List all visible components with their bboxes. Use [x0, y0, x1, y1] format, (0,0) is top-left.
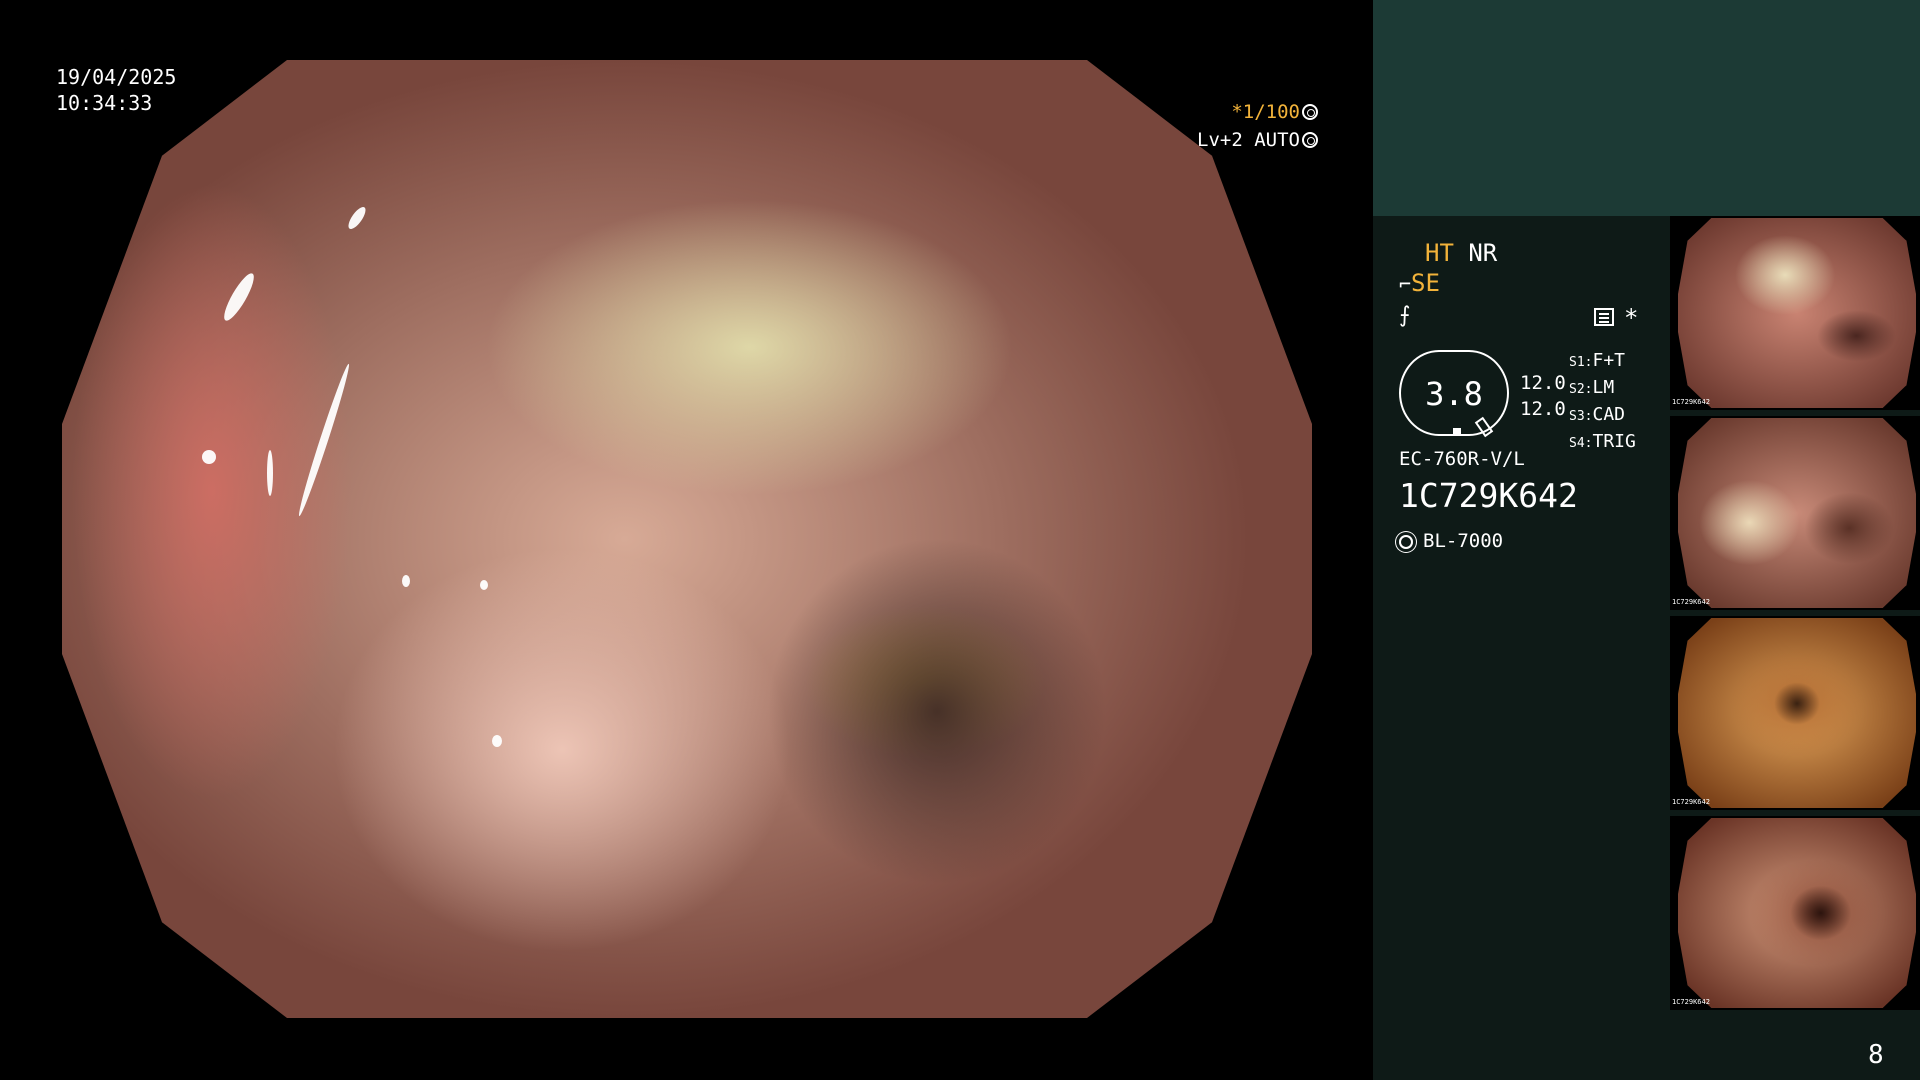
specular-highlight [402, 575, 410, 587]
light-source: BL-7000 [1399, 530, 1503, 552]
shutter-speed: *1/100 [1231, 101, 1300, 123]
specular-highlight [345, 204, 369, 232]
setting-s4: S4:TRIG [1569, 431, 1636, 452]
thumbnail-image [1678, 818, 1916, 1008]
specular-highlight [492, 735, 502, 747]
auto-exposure-icon [1302, 132, 1318, 148]
specular-highlight [480, 580, 488, 590]
thumbnail-serial: 1C729K642 [1672, 998, 1710, 1006]
processor-settings: HT NR ⌐SE ⨍ * 3.8 12.0 12.0 S1:F+T S2:LM… [1399, 238, 1699, 552]
thumbnail-serial: 1C729K642 [1672, 598, 1710, 606]
thumbnail-serial: 1C729K642 [1672, 798, 1710, 806]
zoom-pen-icon [1474, 416, 1494, 438]
freeze-star-icon: * [1624, 304, 1639, 332]
thumbnail-3[interactable]: 1C729K642 [1670, 616, 1920, 810]
color-bar-icon [1594, 308, 1614, 326]
specular-highlight [267, 450, 273, 496]
level-2: 12.0 [1520, 398, 1566, 420]
scope-serial: 1C729K642 [1399, 476, 1578, 515]
info-panel-header [1373, 0, 1920, 216]
levels: 12.0 12.0 [1520, 370, 1566, 422]
thumbnail-image [1678, 218, 1916, 408]
mode-ht: HT [1425, 239, 1454, 267]
specular-highlight [219, 270, 259, 324]
time-label: 10:34:33 [56, 91, 153, 115]
endoscopic-image [62, 60, 1312, 1018]
light-source-label: BL-7000 [1423, 530, 1504, 552]
structure-enhance-icon: ⌐ [1399, 272, 1412, 296]
setting-s1: S1:F+T [1569, 350, 1625, 371]
mode-se: SE [1411, 269, 1440, 297]
date-time-overlay: 19/04/2025 10:34:33 [56, 64, 176, 116]
zoom-badge: 3.8 [1399, 350, 1509, 438]
zoom-indicator-icon [1453, 428, 1461, 434]
level-1: 12.0 [1520, 372, 1566, 394]
thumbnail-1[interactable]: 1C729K642 [1670, 216, 1920, 410]
scope-switch-settings: S1:F+T S2:LM S3:CAD S4:TRIG [1569, 348, 1636, 456]
thumbnail-2[interactable]: 1C729K642 [1670, 416, 1920, 610]
contrast-icon: ⨍ [1399, 303, 1411, 328]
date-label: 19/04/2025 [56, 65, 177, 89]
exposure-status: *1/100 Lv+2 AUTO [1188, 98, 1318, 154]
thumbnail-image [1678, 618, 1916, 808]
specular-highlight [295, 362, 353, 518]
zoom-value: 3.8 [1425, 375, 1483, 413]
specular-highlight [202, 450, 216, 464]
exposure-level: Lv+2 AUTO [1197, 129, 1300, 151]
mode-nr: NR [1468, 239, 1498, 267]
endoscope-view: 19/04/2025 10:34:33 *1/100 Lv+2 AUTO [0, 0, 1373, 1080]
thumbnail-image [1678, 418, 1916, 608]
shutter-icon [1302, 104, 1318, 120]
page-number: 8 [1868, 1040, 1884, 1070]
scope-model: EC-760R-V/L [1399, 448, 1525, 470]
light-source-icon [1399, 535, 1413, 549]
setting-s3: S3:CAD [1569, 404, 1625, 425]
thumbnail-4[interactable]: 1C729K642 [1670, 816, 1920, 1010]
thumbnail-serial: 1C729K642 [1672, 398, 1710, 406]
setting-s2: S2:LM [1569, 377, 1615, 398]
